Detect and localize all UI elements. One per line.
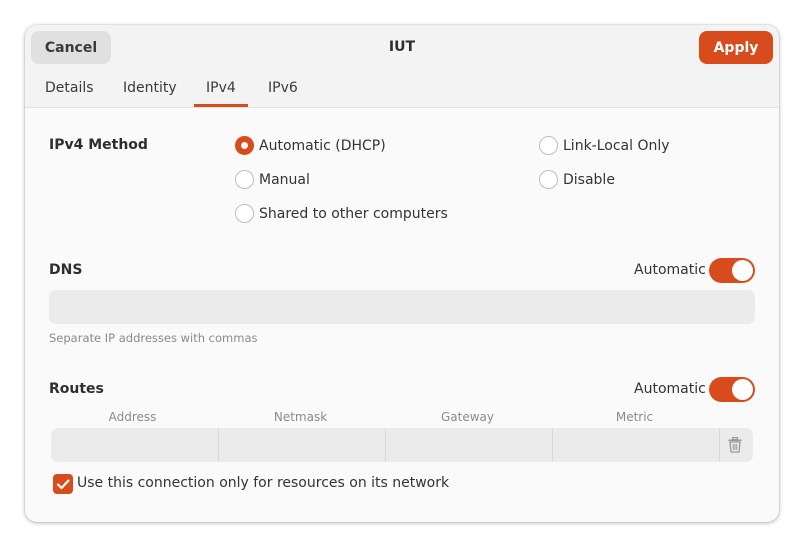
- cell-separator: [719, 428, 720, 462]
- radio-disable[interactable]: Disable: [539, 170, 615, 189]
- trash-icon[interactable]: [728, 437, 742, 453]
- dialog-title: IUT: [388, 39, 416, 55]
- col-header-metric: Metric: [615, 410, 654, 424]
- only-resources-label: Use this connection only for resources o…: [77, 475, 450, 491]
- tab-details[interactable]: Details: [45, 80, 94, 96]
- radio-label: Shared to other computers: [259, 205, 448, 222]
- toggle-knob: [732, 379, 753, 400]
- ipv4-method-label: IPv4 Method: [49, 137, 148, 153]
- radio-unselected-icon[interactable]: [539, 136, 558, 155]
- col-header-netmask: Netmask: [273, 410, 328, 424]
- radio-selected-icon[interactable]: [235, 136, 254, 155]
- radio-label: Disable: [563, 171, 615, 188]
- toggle-knob: [732, 260, 753, 281]
- dns-automatic-label: Automatic: [634, 262, 706, 278]
- checkmark-icon: [56, 479, 70, 490]
- route-metric-input[interactable]: [553, 428, 719, 462]
- radio-label: Manual: [259, 171, 310, 188]
- radio-label: Automatic (DHCP): [259, 137, 386, 154]
- route-address-input[interactable]: [51, 428, 218, 462]
- only-resources-checkbox[interactable]: [53, 474, 73, 494]
- radio-automatic-dhcp[interactable]: Automatic (DHCP): [235, 136, 386, 155]
- radio-unselected-icon[interactable]: [235, 170, 254, 189]
- radio-manual[interactable]: Manual: [235, 170, 310, 189]
- tab-ipv4[interactable]: IPv4: [206, 80, 236, 96]
- routes-label: Routes: [49, 381, 104, 397]
- col-header-gateway: Gateway: [440, 410, 494, 424]
- radio-link-local-only[interactable]: Link-Local Only: [539, 136, 670, 155]
- radio-unselected-icon[interactable]: [539, 170, 558, 189]
- routes-automatic-label: Automatic: [634, 381, 706, 397]
- radio-label: Link-Local Only: [563, 137, 670, 154]
- route-gateway-input[interactable]: [386, 428, 552, 462]
- tab-identity[interactable]: Identity: [123, 80, 177, 96]
- apply-button[interactable]: Apply: [699, 31, 773, 64]
- dns-automatic-toggle[interactable]: [709, 258, 755, 283]
- route-entry-row: [51, 428, 753, 462]
- header-divider: [25, 107, 779, 108]
- dns-hint: Separate IP addresses with commas: [49, 331, 258, 345]
- tab-ipv6[interactable]: IPv6: [268, 80, 298, 96]
- routes-automatic-toggle[interactable]: [709, 377, 755, 402]
- col-header-address: Address: [108, 410, 157, 424]
- dns-label: DNS: [49, 262, 83, 278]
- radio-unselected-icon[interactable]: [235, 204, 254, 223]
- ipv4-settings-dialog: Cancel IUT Apply Details Identity IPv4 I…: [25, 25, 779, 522]
- radio-shared[interactable]: Shared to other computers: [235, 204, 448, 223]
- route-netmask-input[interactable]: [219, 428, 385, 462]
- dns-input[interactable]: [49, 290, 755, 324]
